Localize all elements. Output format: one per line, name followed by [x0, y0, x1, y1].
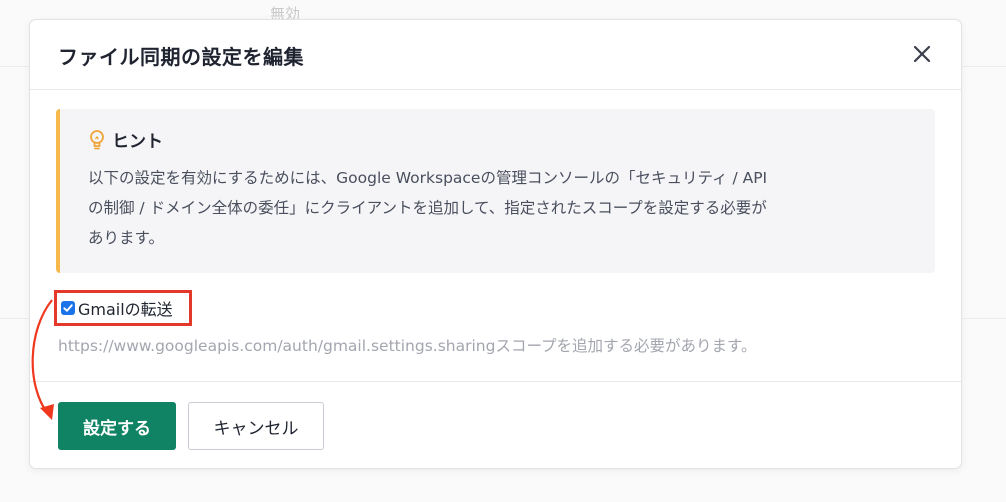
hint-line: の制御 / ドメイン全体の委任」にクライアントを追加して、指定されたスコープを設… — [88, 199, 767, 217]
close-button[interactable] — [909, 41, 935, 67]
scope-helper-text: https://www.googleapis.com/auth/gmail.se… — [58, 337, 757, 355]
gmail-forwarding-checkbox[interactable] — [61, 301, 75, 315]
gmail-forwarding-checkbox-row[interactable]: Gmailの転送 — [54, 290, 192, 326]
hint-line: 以下の設定を有効にするためには、Google Workspaceの管理コンソール… — [88, 169, 768, 187]
hint-message: 以下の設定を有効にするためには、Google Workspaceの管理コンソール… — [88, 163, 908, 253]
hint-callout: ヒント 以下の設定を有効にするためには、Google Workspaceの管理コ… — [56, 109, 935, 273]
hint-line: あります。 — [88, 229, 164, 247]
checkmark-icon — [63, 304, 73, 312]
submit-settings-button[interactable]: 設定する — [58, 402, 176, 450]
dialog-header: ファイル同期の設定を編集 — [30, 20, 961, 90]
hint-header: ヒント — [88, 127, 163, 152]
dialog-title: ファイル同期の設定を編集 — [58, 45, 304, 69]
gmail-forwarding-label[interactable]: Gmailの転送 — [78, 296, 173, 320]
footer-divider — [30, 381, 961, 382]
hint-title: ヒント — [112, 132, 163, 152]
edit-file-sync-dialog: ファイル同期の設定を編集 ヒント 以下の設定を有効にするためには、Google … — [29, 19, 962, 469]
close-icon — [913, 45, 931, 63]
cancel-button[interactable]: キャンセル — [188, 402, 324, 450]
lightbulb-icon — [90, 129, 104, 149]
